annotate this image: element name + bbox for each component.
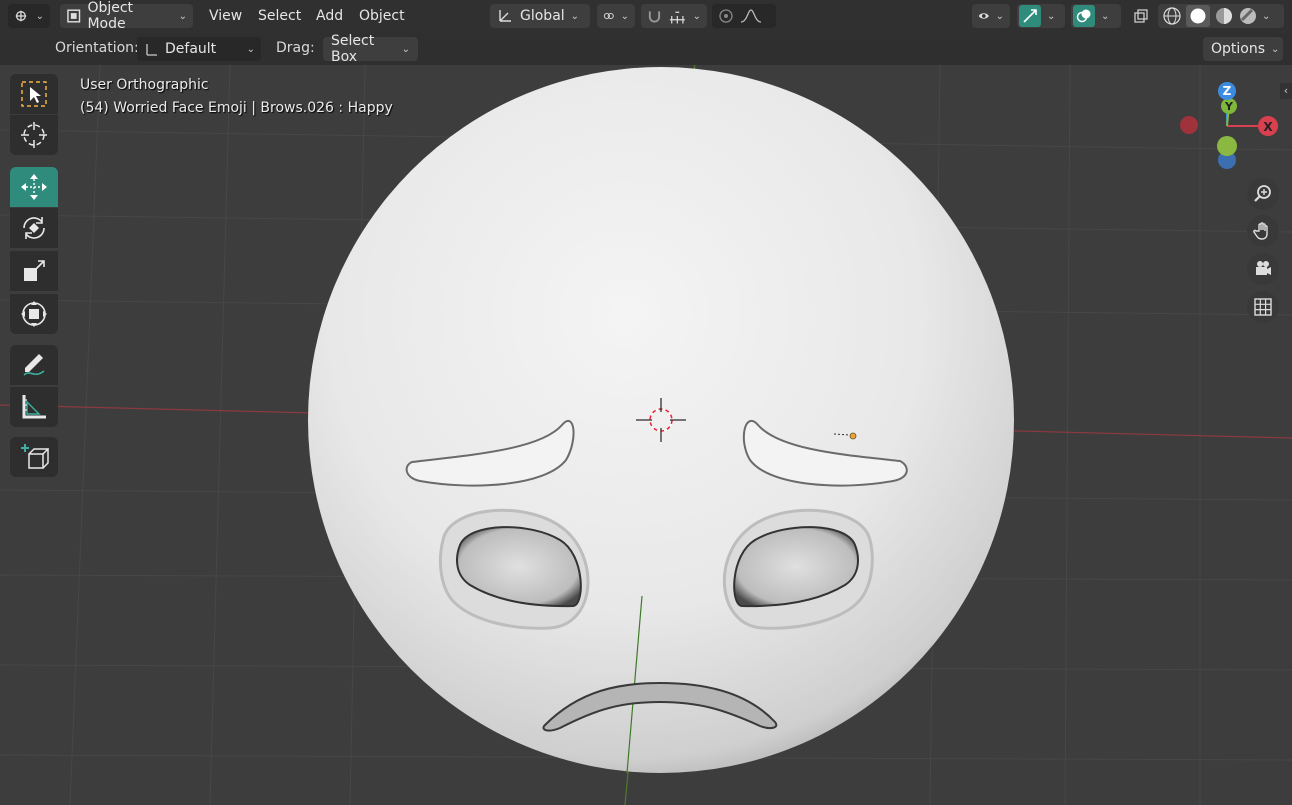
xray-toggle[interactable]	[1130, 4, 1152, 28]
x-axis-label: X	[1263, 120, 1273, 134]
orientation-label: Orientation:	[55, 40, 139, 56]
viewport-header: ⌄ Object Mode ⌄ View Select Add Object G…	[0, 0, 1292, 33]
neg-y-handle[interactable]	[1217, 136, 1237, 156]
chevron-down-icon: ⌄	[995, 10, 1004, 22]
rotate-icon	[23, 217, 45, 239]
emoji-sphere[interactable]	[308, 67, 1014, 773]
hand-pan-icon	[1253, 222, 1268, 240]
chevron-down-icon: ⌄	[620, 10, 629, 22]
cursor-target-icon	[21, 122, 47, 148]
overlays-toggle[interactable]: ⌄	[1071, 4, 1121, 28]
view-name: User Orthographic	[80, 77, 209, 93]
shading-selector[interactable]: ⌄	[1158, 4, 1284, 28]
options-dropdown[interactable]: Options ⌄	[1203, 37, 1283, 61]
overlays-icon	[1076, 9, 1091, 23]
menu-add[interactable]: Add	[316, 4, 343, 28]
3d-viewport[interactable]: User Orthographic (54) Worried Face Emoj…	[0, 65, 1292, 805]
zoom-magnifier-icon	[1254, 185, 1271, 202]
drag-value: Select Box	[331, 33, 375, 65]
mode-selector[interactable]: Object Mode ⌄	[60, 0, 193, 32]
object-info: (54) Worried Face Emoji | Brows.026 : Ha…	[80, 100, 393, 116]
rotate-tool[interactable]	[10, 208, 58, 248]
chevron-down-icon: ⌄	[401, 43, 410, 55]
menu-select[interactable]: Select	[258, 4, 301, 28]
gizmo-arrows-icon	[1023, 9, 1037, 23]
proportional-edit-icon	[719, 9, 733, 23]
select-box-tool[interactable]	[10, 74, 58, 114]
pivot-point-selector[interactable]: ⌄	[597, 4, 635, 28]
camera-icon	[1256, 261, 1271, 275]
scale-icon	[24, 260, 45, 281]
add-cube-tool[interactable]	[10, 437, 58, 477]
chevron-down-icon: ⌄	[178, 10, 187, 22]
chevron-down-icon: ⌄	[692, 10, 701, 22]
magnet-icon	[648, 11, 661, 23]
navigation-gizmo[interactable]: Y Z X	[1175, 78, 1285, 178]
annotate-pencil-icon	[23, 354, 45, 376]
zoom-button[interactable]	[1247, 178, 1279, 210]
visibility-selector[interactable]: ⌄	[972, 4, 1010, 28]
tool-settings-bar: Orientation: Default ⌄ Drag: Select Box …	[0, 33, 1292, 65]
scale-tool[interactable]	[10, 251, 58, 291]
chevron-down-icon: ⌄	[1047, 10, 1056, 22]
snap-selector[interactable]: ⌄	[641, 4, 707, 28]
axes-orientation-icon	[146, 44, 157, 56]
object-origin-icon	[849, 432, 857, 440]
proportional-editing[interactable]	[712, 4, 776, 28]
z-axis-label: Z	[1223, 84, 1232, 98]
orientation-value: Default	[165, 41, 217, 57]
y-axis-label: Y	[1224, 100, 1234, 113]
gizmo-toggle[interactable]: ⌄	[1017, 4, 1065, 28]
orientation-label: Global	[520, 8, 565, 24]
falloff-curve-icon	[740, 9, 762, 23]
transform-icon	[21, 301, 47, 327]
drag-label: Drag:	[276, 40, 315, 56]
solid-shading-button[interactable]	[1186, 5, 1210, 27]
orientation-dropdown[interactable]: Default ⌄	[137, 37, 261, 61]
rendered-shading-icon[interactable]	[1238, 6, 1258, 26]
chevron-down-icon: ⌄	[1101, 10, 1110, 22]
transform-orientation-selector[interactable]: Global ⌄	[490, 4, 590, 28]
pivot-icon	[603, 12, 614, 20]
object-mode-icon	[67, 9, 81, 23]
menu-view[interactable]: View	[209, 4, 242, 28]
options-label: Options	[1211, 41, 1266, 57]
pan-button[interactable]	[1247, 215, 1279, 247]
global-axes-icon	[499, 10, 511, 22]
solid-shading-icon	[1190, 8, 1206, 24]
snap-increment-icon	[669, 11, 685, 24]
add-cube-icon	[21, 444, 49, 469]
menu-object[interactable]: Object	[359, 4, 405, 28]
chevron-down-icon: ⌄	[570, 10, 580, 22]
toggle-projection-button[interactable]	[1247, 291, 1279, 323]
drag-dropdown[interactable]: Select Box ⌄	[323, 33, 418, 65]
editor-type-button[interactable]: ⌄	[8, 4, 50, 28]
editor-type-icon	[15, 10, 27, 22]
cursor-tool[interactable]	[10, 115, 58, 155]
camera-view-button[interactable]	[1247, 253, 1279, 285]
chevron-down-icon: ⌄	[35, 10, 44, 22]
mode-label: Object Mode	[87, 0, 134, 32]
move-tool[interactable]	[10, 167, 58, 207]
chevron-down-icon: ⌄	[1262, 10, 1271, 22]
sidebar-expand-arrow-icon[interactable]: ‹	[1280, 83, 1292, 99]
measure-ruler-icon	[22, 395, 46, 419]
chevron-down-icon: ⌄	[1271, 43, 1280, 55]
eye-icon	[978, 13, 989, 19]
grid-projection-icon	[1254, 298, 1272, 316]
viewport-scene	[0, 65, 1292, 805]
material-preview-icon[interactable]	[1214, 6, 1234, 26]
xray-icon	[1134, 9, 1148, 23]
annotate-tool[interactable]	[10, 345, 58, 385]
wireframe-shading-icon[interactable]	[1162, 6, 1182, 26]
move-arrows-icon	[21, 174, 47, 200]
transform-tool[interactable]	[10, 294, 58, 334]
select-box-icon	[21, 81, 47, 107]
measure-tool[interactable]	[10, 387, 58, 427]
neg-x-handle[interactable]	[1180, 116, 1198, 134]
chevron-down-icon: ⌄	[246, 43, 255, 55]
